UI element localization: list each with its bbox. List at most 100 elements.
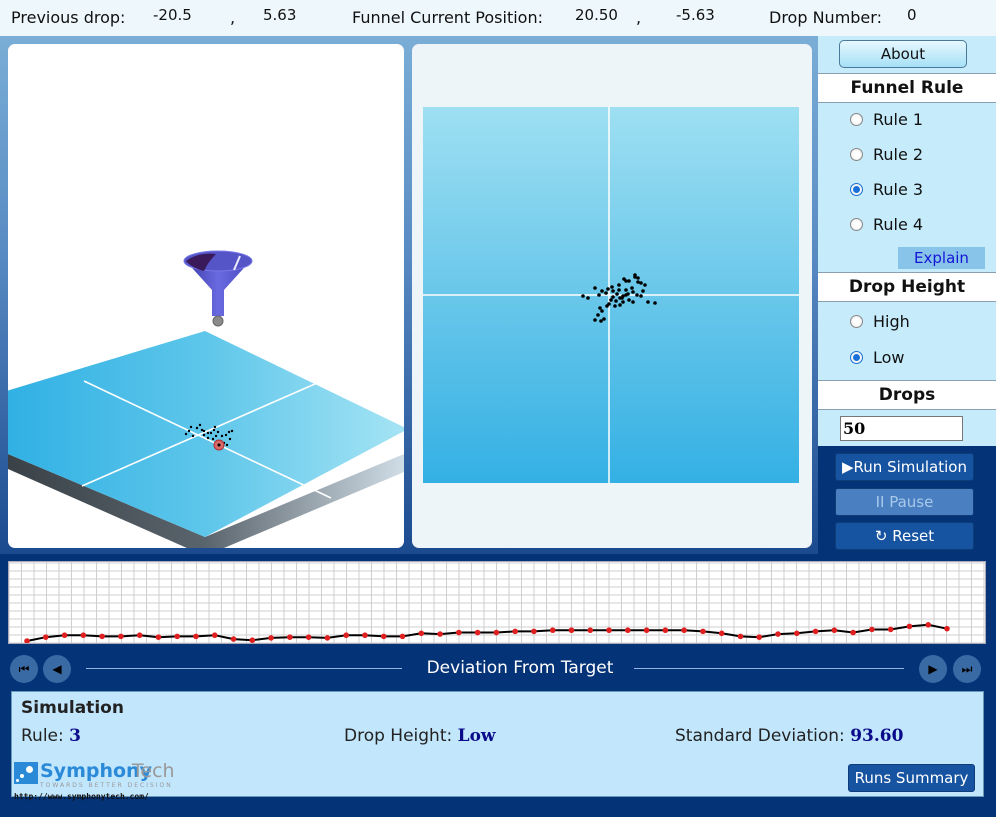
drop-mark bbox=[631, 290, 635, 294]
drop-mark bbox=[224, 433, 228, 437]
drop-mark bbox=[609, 298, 613, 302]
funnel-position-y: -5.63 bbox=[676, 6, 715, 24]
drop-mark bbox=[627, 298, 631, 302]
skip-to-start-button[interactable]: ⏮ bbox=[10, 655, 38, 683]
pause-button[interactable]: II Pause bbox=[835, 488, 974, 516]
deviation-point bbox=[211, 632, 218, 639]
logo-tagline: TOWARDS BETTER DECISION bbox=[40, 782, 173, 789]
drop-mark bbox=[230, 429, 234, 433]
drop-mark bbox=[216, 430, 220, 434]
symphonytech-logo[interactable]: Symphony Tech TOWARDS BETTER DECISION ht… bbox=[14, 760, 175, 801]
drop-mark bbox=[607, 302, 611, 306]
previous-button[interactable]: ◀ bbox=[43, 655, 71, 683]
deviation-point bbox=[831, 627, 838, 634]
table-top bbox=[8, 331, 404, 537]
funnel-rule-heading: Funnel Rule bbox=[818, 73, 996, 103]
drops-heading: Drops bbox=[818, 380, 996, 410]
deviation-point bbox=[362, 632, 368, 639]
deviation-point bbox=[118, 633, 124, 640]
drop-mark bbox=[615, 292, 619, 296]
drop-mark bbox=[213, 425, 217, 429]
drop-mark bbox=[599, 319, 603, 323]
drop-mark bbox=[602, 317, 606, 321]
radio-icon[interactable] bbox=[850, 147, 863, 161]
drop-mark bbox=[198, 423, 202, 427]
summary-drop-height: Drop Height: Low bbox=[344, 726, 496, 746]
drops-input[interactable]: 50 bbox=[840, 416, 963, 441]
deviation-point bbox=[399, 633, 406, 640]
drop-mark bbox=[586, 296, 590, 300]
runs-summary-button[interactable]: Runs Summary bbox=[848, 764, 975, 792]
deviation-chart-svg bbox=[8, 562, 985, 644]
rule-4-option[interactable]: Rule 4 bbox=[850, 214, 923, 234]
rule-3-label: Rule 3 bbox=[873, 179, 924, 199]
deviation-point bbox=[587, 627, 594, 634]
radio-icon[interactable] bbox=[850, 217, 863, 231]
rule-1-option[interactable]: Rule 1 bbox=[850, 109, 923, 129]
height-high-option[interactable]: High bbox=[850, 311, 910, 331]
logo-icon bbox=[14, 762, 38, 784]
deviation-point bbox=[155, 634, 162, 640]
drop-mark bbox=[606, 287, 610, 291]
radio-checked-icon[interactable] bbox=[850, 350, 863, 364]
height-low-option[interactable]: Low bbox=[850, 347, 905, 367]
status-bar: Previous drop: -20.5 , 5.63 Funnel Curre… bbox=[0, 0, 996, 36]
next-button[interactable]: ▶ bbox=[919, 655, 947, 683]
drop-mark bbox=[593, 318, 597, 322]
rule-1-label: Rule 1 bbox=[873, 109, 924, 129]
drop-mark bbox=[618, 303, 622, 307]
deviation-point bbox=[174, 633, 181, 640]
deviation-point bbox=[456, 629, 462, 636]
drop-mark bbox=[624, 293, 628, 297]
drop-mark bbox=[635, 293, 639, 297]
deviation-point bbox=[136, 632, 143, 639]
reset-button[interactable]: ↻ Reset bbox=[835, 522, 974, 550]
deviation-point bbox=[700, 628, 706, 635]
deviation-point bbox=[42, 634, 49, 640]
drop-mark bbox=[631, 300, 635, 304]
previous-drop-x: -20.5 bbox=[153, 6, 192, 24]
radio-icon[interactable] bbox=[850, 314, 863, 328]
deviation-point bbox=[80, 632, 87, 639]
drop-mark bbox=[206, 436, 210, 440]
deviation-point bbox=[249, 637, 256, 644]
drop-mark bbox=[227, 430, 231, 434]
deviation-point bbox=[906, 623, 913, 630]
deviation-point bbox=[925, 622, 932, 628]
radio-icon[interactable] bbox=[850, 112, 863, 126]
next-icon: ▶ bbox=[928, 662, 938, 676]
drop-mark bbox=[627, 279, 631, 283]
previous-drop-y: 5.63 bbox=[263, 6, 297, 24]
drop-mark bbox=[643, 283, 647, 287]
rule-2-option[interactable]: Rule 2 bbox=[850, 144, 923, 164]
deviation-point bbox=[662, 627, 669, 634]
drop-mark bbox=[639, 294, 643, 298]
logo-url[interactable]: http://www.symphonytech.com/ bbox=[14, 792, 174, 801]
about-button[interactable]: About bbox=[839, 40, 967, 68]
rule-3-option[interactable]: Rule 3 bbox=[850, 179, 923, 199]
height-low-label: Low bbox=[873, 347, 905, 367]
deviation-point bbox=[568, 627, 575, 634]
explain-button[interactable]: Explain bbox=[898, 247, 985, 269]
deviation-point bbox=[756, 634, 763, 640]
std-dev-value: 93.60 bbox=[850, 726, 904, 746]
deviation-point bbox=[24, 638, 30, 644]
run-simulation-button[interactable]: ▶Run Simulation bbox=[835, 453, 974, 481]
deviation-point bbox=[268, 635, 274, 641]
rule-label: Rule: bbox=[21, 726, 64, 746]
drop-mark bbox=[187, 429, 191, 433]
drop-mark bbox=[646, 300, 650, 304]
deviation-point bbox=[99, 633, 105, 640]
deviation-point bbox=[418, 630, 425, 637]
deviation-point bbox=[775, 631, 781, 637]
deviation-point bbox=[625, 627, 631, 634]
summary-heading: Simulation bbox=[21, 698, 124, 718]
isometric-view-panel bbox=[8, 44, 404, 548]
radio-checked-icon[interactable] bbox=[850, 182, 863, 196]
drop-mark bbox=[614, 299, 618, 303]
skip-to-end-button[interactable]: ⏭ bbox=[953, 655, 981, 683]
drop-mark bbox=[214, 434, 218, 438]
deviation-point bbox=[287, 634, 293, 640]
deviation-point bbox=[305, 634, 312, 640]
drop-mark bbox=[225, 443, 229, 447]
